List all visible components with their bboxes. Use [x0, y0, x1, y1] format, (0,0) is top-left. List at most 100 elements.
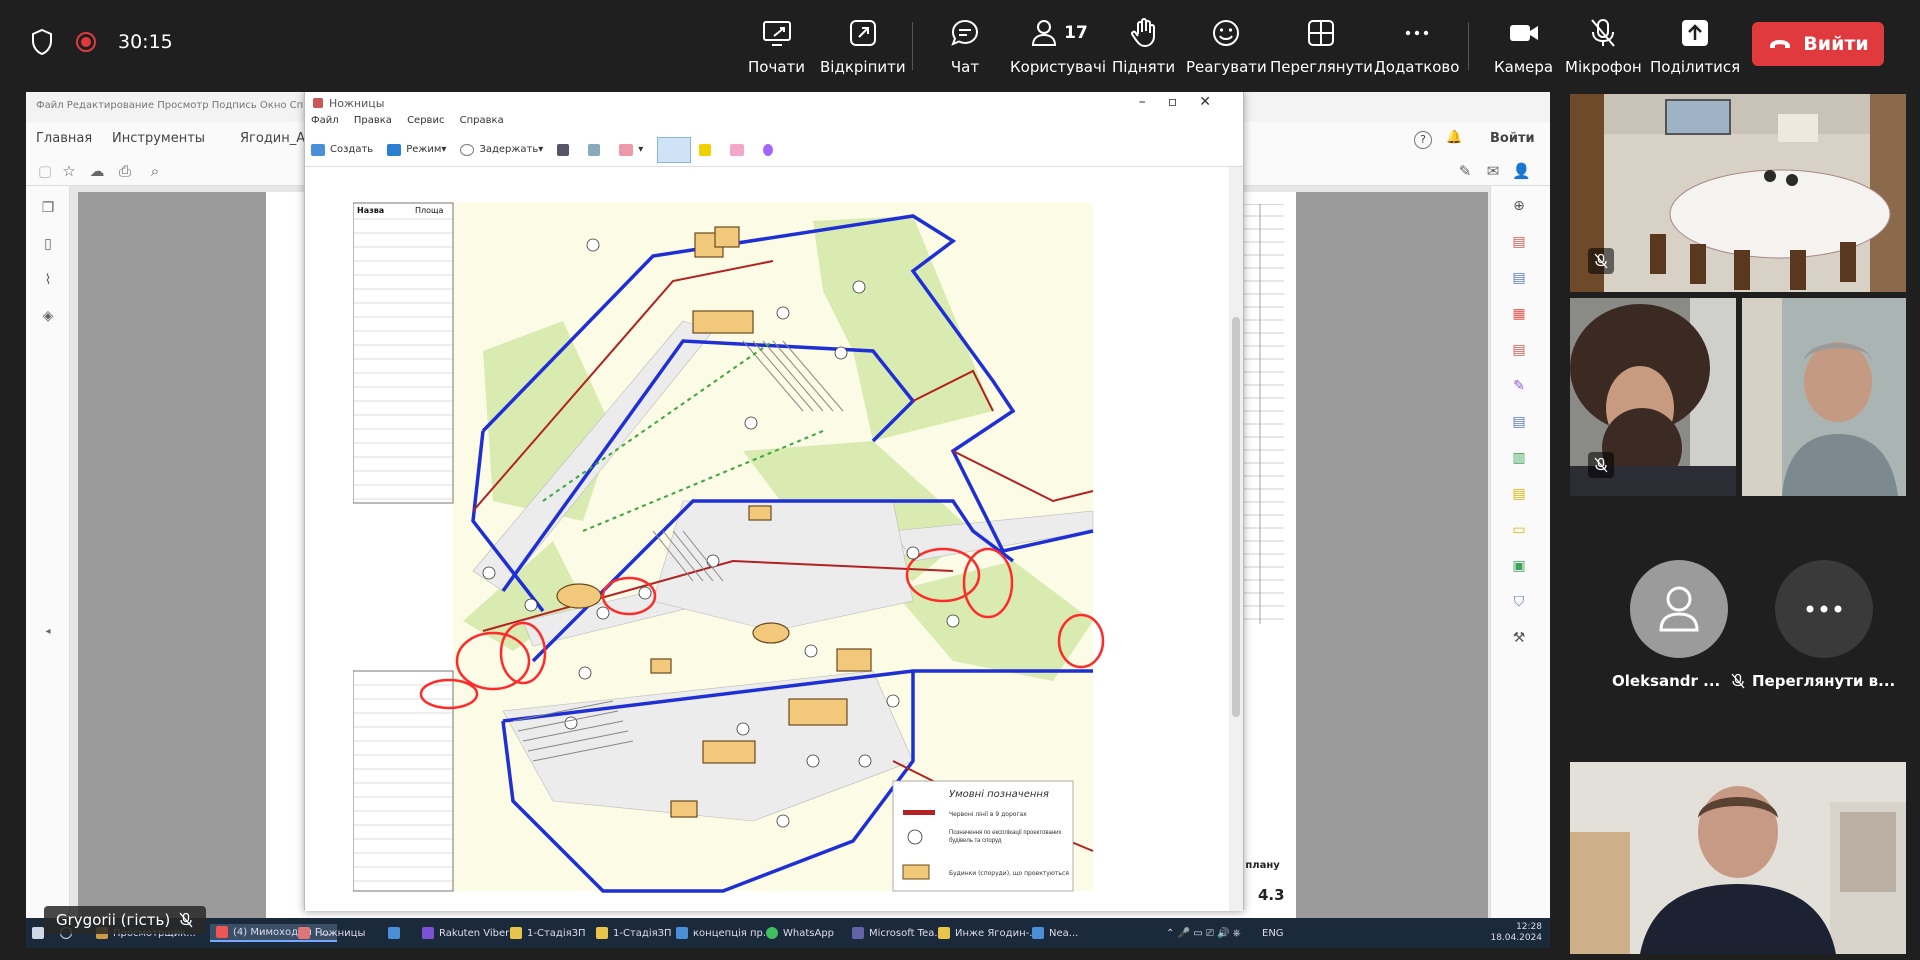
taskbar-item-concept[interactable]: концепція пр...	[676, 924, 772, 942]
menu-help[interactable]: Справка	[460, 115, 504, 126]
save-snip-button[interactable]	[557, 143, 574, 156]
taskbar-item-folder-1[interactable]: 1-СтадіяЗП	[510, 924, 586, 942]
upload-cloud-icon[interactable]: ☁	[88, 162, 106, 180]
taskbar-item-viber[interactable]: Rakuten Viber	[422, 924, 509, 942]
protect-icon[interactable]: ⛉	[1509, 594, 1529, 614]
recording-icon	[76, 32, 96, 52]
taskbar-clock[interactable]: 12:28 18.04.2024	[1490, 922, 1542, 944]
print-production-icon[interactable]: ▣	[1509, 558, 1529, 578]
taskbar-item-folder-2[interactable]: 1-СтадіяЗП	[596, 924, 672, 942]
hang-up-icon	[1770, 40, 1791, 48]
add-user-icon[interactable]: 👤	[1512, 162, 1531, 180]
save-icon[interactable]: ▢	[36, 162, 54, 180]
unpin-button[interactable]: Відкріпити	[820, 0, 906, 88]
compress-icon[interactable]: ▤	[1509, 342, 1529, 362]
shield-icon[interactable]	[30, 28, 54, 56]
menu-file[interactable]: Файл	[311, 115, 339, 126]
eraser-button[interactable]	[730, 143, 749, 156]
more-tools-icon[interactable]: ⚒	[1509, 630, 1529, 650]
explication-marker	[886, 694, 900, 708]
share-button[interactable]: Поділитися	[1650, 0, 1740, 88]
print-icon[interactable]: ⎙	[116, 162, 134, 180]
camera-button[interactable]: Камера	[1494, 0, 1553, 88]
view-more-participants[interactable]: Переглянути в...	[1752, 560, 1895, 690]
taskbar-item-edge[interactable]	[388, 924, 405, 942]
more-button[interactable]: Додатково	[1374, 0, 1459, 88]
chat-button[interactable]: Чат	[948, 0, 982, 88]
star-icon[interactable]: ☆	[60, 162, 78, 180]
bookmark-icon[interactable]: ▯	[38, 236, 58, 256]
pages-icon[interactable]: ❐	[38, 200, 58, 220]
pop-out-icon	[849, 20, 876, 46]
raise-hand-icon	[1130, 18, 1155, 48]
input-language[interactable]: ENG	[1262, 924, 1284, 942]
export-icon[interactable]: ▤	[1509, 486, 1529, 506]
fill-sign-icon[interactable]: ✎	[1509, 378, 1529, 398]
leave-button[interactable]: Вийти	[1752, 22, 1884, 66]
taskbar-item-snipping[interactable]: Ножницы	[298, 924, 365, 942]
scan-icon[interactable]: ▥	[1509, 450, 1529, 470]
collapse-left-icon[interactable]: ◂	[38, 626, 58, 646]
participant-tile-oleksandr[interactable]: Oleksandr ...	[1612, 560, 1746, 690]
toolbar-divider	[1468, 22, 1469, 70]
attachment-icon[interactable]: ⌇	[38, 272, 58, 292]
raise-hand-button[interactable]: Підняти	[1112, 0, 1175, 88]
menu-edit[interactable]: Правка	[354, 115, 392, 126]
users-button[interactable]: 17 Користувачі	[1010, 0, 1106, 88]
taskbar-item-whatsapp[interactable]: WhatsApp	[766, 924, 834, 942]
taskbar-item-nea[interactable]: Nea...	[1032, 924, 1078, 942]
window-controls[interactable]: –▫✕	[1139, 94, 1233, 110]
microphone-button[interactable]: Мікрофон	[1565, 0, 1642, 88]
snipping-tool-toolbar: Создать Режим ▾ Задержать ▾ ▾	[305, 133, 1243, 167]
sign-icon[interactable]: ✎	[1456, 162, 1474, 180]
tab-tools[interactable]: Инструменты	[112, 131, 205, 146]
eraser-icon	[730, 143, 745, 156]
start-share-button[interactable]: Почати	[748, 0, 805, 88]
bell-icon[interactable]: 🔔	[1446, 130, 1462, 146]
search-icon[interactable]: ⌕	[146, 162, 164, 180]
snip-scrollbar[interactable]	[1229, 167, 1243, 911]
participant-tile-older-man[interactable]	[1742, 298, 1906, 496]
pdf-convert-icon[interactable]: ▤	[1509, 270, 1529, 290]
mail-icon[interactable]: ✉	[1484, 162, 1502, 180]
tab-home[interactable]: Главная	[36, 131, 92, 146]
delay-label: Задержать	[479, 144, 539, 155]
edit-pdf-icon[interactable]: ▤	[1509, 414, 1529, 434]
participant-tile-young-man[interactable]	[1570, 762, 1906, 954]
send-snip-button[interactable]: ▾	[619, 143, 643, 156]
explication-marker	[744, 416, 758, 430]
explication-marker	[776, 814, 790, 828]
explication-marker	[806, 754, 820, 768]
highlighter-icon	[699, 143, 712, 156]
highlighter-button[interactable]	[699, 143, 716, 156]
taskbar-item-teams[interactable]: Microsoft Tea...	[852, 924, 944, 942]
layers-icon[interactable]: ◈	[38, 308, 58, 328]
room-video	[1570, 94, 1906, 292]
mode-button[interactable]: Режим ▾	[387, 143, 446, 156]
paint3d-button[interactable]	[763, 143, 778, 156]
menu-tools[interactable]: Сервис	[407, 115, 444, 126]
view-button[interactable]: Переглянути	[1270, 0, 1373, 88]
comment-icon[interactable]: ▭	[1509, 522, 1529, 542]
system-tray-icons[interactable]: ⌃ 🎤 ▭ ⎚ 🔊 ⎈	[1166, 924, 1241, 942]
pdf-export-icon[interactable]: ▤	[1509, 234, 1529, 254]
participant-tile-bearded-man[interactable]	[1570, 298, 1736, 496]
participant-tile-room[interactable]	[1570, 94, 1906, 292]
snip-canvas: Назва Площа Умовні позначення Червоні лі…	[305, 167, 1231, 911]
react-button[interactable]: Реагувати	[1186, 0, 1267, 88]
copy-snip-button[interactable]	[588, 143, 605, 156]
organize-icon[interactable]: ▦	[1509, 306, 1529, 326]
people-icon	[1032, 20, 1057, 46]
pen-tool-button[interactable]	[657, 136, 692, 163]
camera-icon	[1509, 25, 1538, 41]
young-man-video	[1570, 762, 1906, 954]
sign-in-link[interactable]: Войти	[1490, 131, 1535, 146]
help-icon[interactable]: ?	[1414, 131, 1432, 149]
plan-legend: Умовні позначення Червоні лінії в 9 доро…	[892, 780, 1074, 892]
new-snip-button[interactable]: Создать	[311, 143, 373, 156]
snipping-tool-title: Ножницы	[329, 96, 385, 110]
taskbar-item-engineer[interactable]: Инже Ягодин-...	[938, 924, 1039, 942]
delay-button[interactable]: Задержать ▾	[460, 143, 543, 156]
zoom-icon[interactable]: ⊕	[1509, 198, 1529, 218]
meeting-timer: 30:15	[118, 31, 173, 53]
